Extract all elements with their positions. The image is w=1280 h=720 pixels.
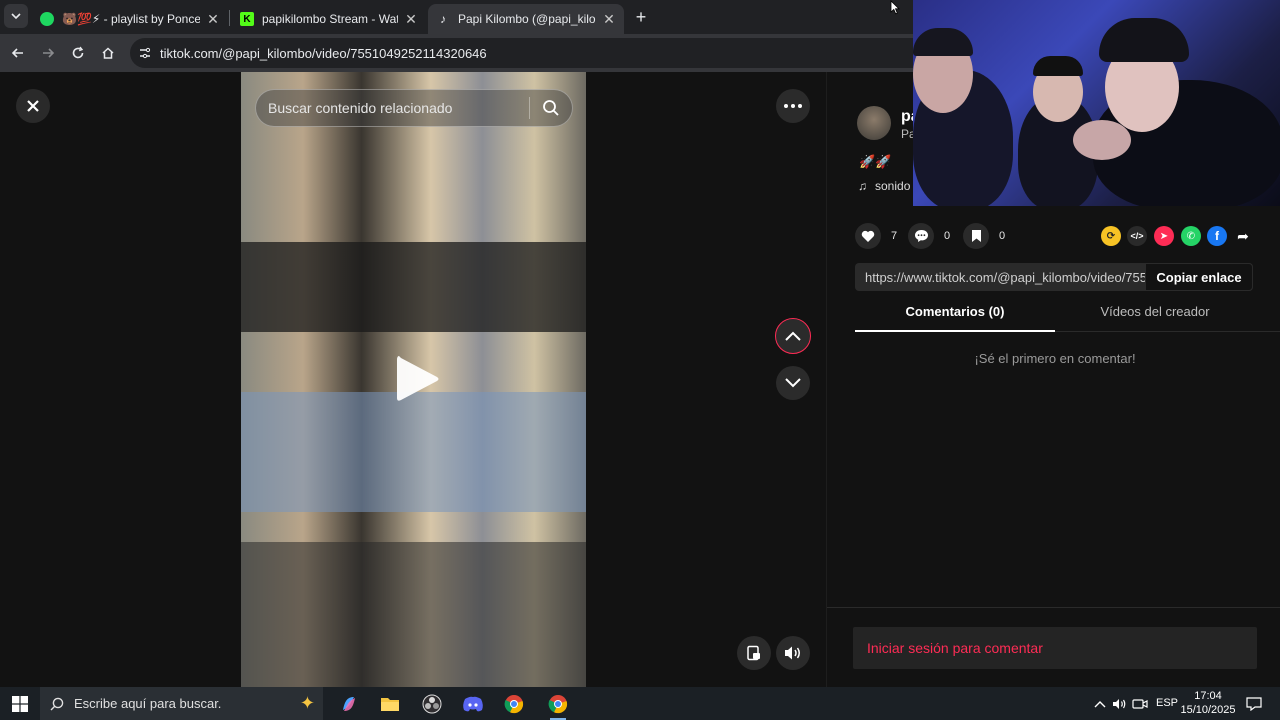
video-frame-detail [241,242,586,332]
clock[interactable]: 17:04 15/10/2025 [1180,689,1236,717]
sound-name: sonido [875,179,911,193]
comment-button[interactable]: 0 [908,223,950,249]
copilot-sparkle-icon: ✦ [299,693,315,713]
video-caption: 🚀🚀 [859,154,892,169]
address-bar[interactable]: tiktok.com/@papi_kilombo/video/755104925… [130,38,930,68]
comment-footer-divider [827,607,1280,608]
play-icon[interactable] [393,352,443,406]
language-indicator[interactable]: ESP [1156,697,1178,709]
video-frame-detail [241,392,586,512]
copilot-icon[interactable] [337,692,361,716]
volume-button[interactable] [776,636,810,670]
like-button[interactable]: 7 [855,223,897,249]
reload-icon [72,46,84,59]
chrome-active-icon[interactable] [546,692,570,720]
site-info-icon[interactable] [130,46,160,60]
clock-time: 17:04 [1194,690,1222,702]
share-link-box[interactable]: https://www.tiktok.com/@papi_kilombo/vid… [855,263,1253,291]
close-icon [27,100,39,112]
save-count: 0 [999,230,1006,242]
embed-icon[interactable]: </> [1127,226,1147,246]
search-placeholder: Buscar contenido relacionado [268,100,453,116]
whatsapp-icon[interactable]: ✆ [1181,226,1201,246]
back-button[interactable] [5,40,31,66]
taskbar-search-input[interactable]: Escribe aquí para buscar. ✦ [40,687,323,720]
video-player[interactable] [241,72,586,687]
comment-count: 0 [944,230,951,242]
taskbar-search-placeholder: Escribe aquí para buscar. [74,696,222,711]
heart-icon [855,223,881,249]
camera-in-use-icon[interactable] [1128,692,1152,716]
facebook-icon[interactable]: f [1207,226,1227,246]
copy-link-button[interactable]: Copiar enlace [1145,263,1253,291]
tab-title: 🐻💯⚡ - playlist by Ponce_31 [62,12,200,26]
tab-search-button[interactable] [4,4,28,28]
comment-icon [908,223,934,249]
tab-kick-stream[interactable]: K papikilombo Stream - Watch Li ✕ [232,4,426,34]
tab-creator-videos[interactable]: Vídeos del creador [1055,304,1255,332]
chrome-icon[interactable] [502,692,526,716]
chevron-up-icon [785,331,801,341]
search-icon[interactable] [530,99,572,117]
spotify-icon [40,12,54,26]
tab-tiktok[interactable]: ♪ Papi Kilombo (@papi_kilombo) ✕ [428,4,624,34]
kick-icon: K [240,12,254,26]
comments-tabs: Comentarios (0) Vídeos del creador [855,304,1280,332]
close-icon[interactable]: ✕ [602,11,616,28]
share-arrow-icon[interactable]: ➦ [1233,226,1253,246]
more-icon [784,104,802,108]
related-search-input[interactable]: Buscar contenido relacionado [255,89,573,127]
obs-icon[interactable] [420,692,444,716]
webcam-overlay [913,0,1280,206]
tab-divider [229,10,230,26]
home-button[interactable] [95,40,121,66]
floating-player-button[interactable] [737,636,771,670]
pip-icon [747,645,760,661]
more-options-button[interactable] [776,89,810,123]
like-count: 7 [891,230,898,242]
save-button[interactable]: 0 [963,223,1005,249]
new-tab-button[interactable]: + [628,4,654,30]
mouse-cursor-icon [890,0,900,15]
music-note-icon: ♫ [858,179,867,193]
forward-button[interactable] [35,40,61,66]
share-link-text: https://www.tiktok.com/@papi_kilombo/vid… [865,269,1145,285]
next-video-button[interactable] [776,366,810,400]
arrow-left-icon [11,48,23,58]
empty-comments-text: ¡Sé el primero en comentar! [974,351,1136,366]
volume-icon [785,646,800,660]
previous-video-button[interactable] [775,318,811,354]
tab-title: papikilombo Stream - Watch Li [262,12,398,26]
clock-date: 15/10/2025 [1180,704,1236,716]
notification-icon[interactable] [1242,692,1266,716]
tab-title: Papi Kilombo (@papi_kilombo) [458,12,596,26]
discord-icon[interactable] [461,692,485,716]
webcam-image [913,0,1280,206]
windows-start-icon[interactable] [8,692,32,716]
close-icon[interactable]: ✕ [404,11,418,28]
bookmark-icon [963,223,989,249]
arrow-right-icon [43,48,55,58]
chevron-down-icon [785,378,801,388]
search-icon [40,697,74,711]
repost-icon[interactable]: ⟳ [1101,226,1121,246]
reload-button[interactable] [65,40,91,66]
file-explorer-icon[interactable] [378,692,402,716]
tab-spotify[interactable]: 🐻💯⚡ - playlist by Ponce_31 ✕ [32,4,228,34]
tiktok-icon: ♪ [440,12,446,26]
tab-comments[interactable]: Comentarios (0) [855,304,1055,332]
tiktok-page: Buscar contenido relacionado pa Pa 🚀🚀 ♫ … [0,0,1280,687]
send-icon[interactable]: ➤ [1154,226,1174,246]
home-icon [102,47,114,59]
avatar[interactable] [857,106,891,140]
video-frame-detail [241,542,586,687]
video-area: Buscar contenido relacionado [0,72,826,687]
sound-row[interactable]: ♫ sonido [858,179,910,193]
chevron-down-icon [11,13,21,20]
login-to-comment-button[interactable]: Iniciar sesión para comentar [853,627,1257,669]
close-icon[interactable]: ✕ [206,11,220,28]
close-video-button[interactable] [16,89,50,123]
windows-taskbar: Escribe aquí para buscar. ✦ ESP 17:04 15… [0,687,1280,720]
url-text: tiktok.com/@papi_kilombo/video/755104925… [160,45,487,61]
